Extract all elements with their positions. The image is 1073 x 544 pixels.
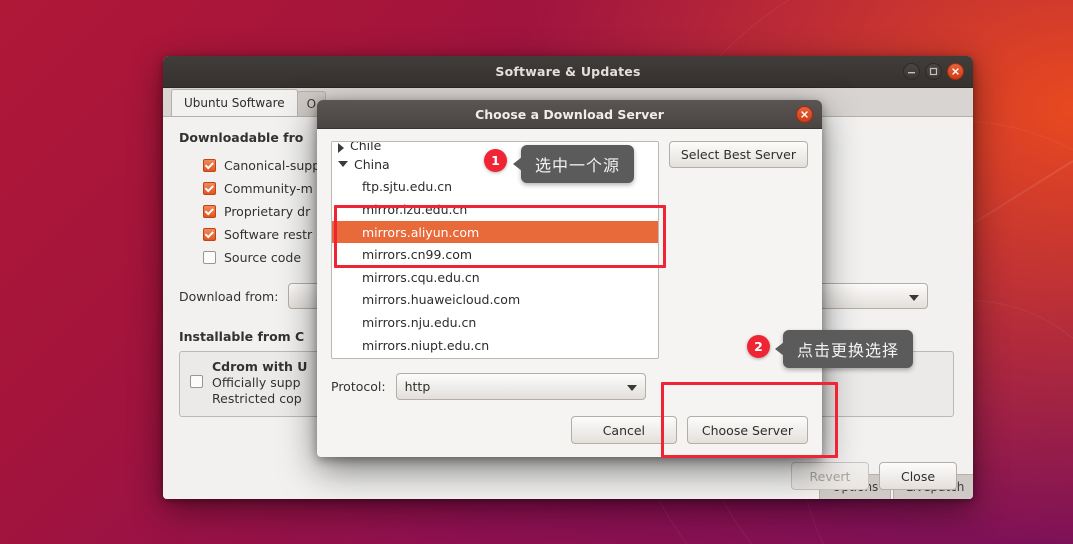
checkbox-restricted[interactable] [203, 228, 216, 241]
maximize-icon[interactable] [925, 63, 942, 80]
close-label: Close [900, 468, 936, 484]
cdrom-text: Cdrom with U Officially supp Restricted … [212, 359, 307, 406]
cdrom-line-1: Cdrom with U [212, 359, 308, 374]
annotation-tooltip-1: 选中一个源 [512, 145, 635, 183]
list-item[interactable]: mirrors.cn99.com [332, 243, 658, 266]
dialog-title: Choose a Download Server [475, 106, 664, 122]
choose-server-button[interactable]: Choose Server [686, 416, 808, 444]
cdrom-line-2: Officially supp [212, 375, 301, 390]
list-item[interactable]: mirrors.cqu.edu.cn [332, 266, 658, 289]
checkbox-community[interactable] [203, 182, 216, 195]
list-item[interactable]: mirrors.niupt.edu.cn [332, 334, 658, 357]
checkbox-source-code[interactable] [203, 251, 216, 264]
list-item-label: mirrors.nju.edu.cn [362, 314, 477, 330]
protocol-value: http [404, 379, 431, 394]
list-item-label: mirrors.huaweicloud.com [362, 292, 521, 308]
annotation-badge-1: 1 [484, 149, 507, 172]
list-item-selected[interactable]: mirrors.aliyun.com [332, 220, 658, 244]
list-item[interactable]: mirror.lzu.edu.cn [332, 198, 658, 221]
checkbox-label: Canonical-supp [224, 158, 321, 173]
checkbox-label: Proprietary dr [224, 204, 311, 219]
list-item[interactable]: mirrors.huaweicloud.com [332, 289, 658, 312]
window-footer: Revert Close [163, 453, 973, 499]
list-item-label: mirrors.cqu.edu.cn [362, 269, 480, 285]
list-item-label: Chile [350, 142, 382, 153]
dialog-footer: Cancel Choose Server [331, 416, 808, 444]
annotation-badge-2: 2 [747, 335, 770, 358]
protocol-row: Protocol: http [331, 373, 808, 400]
revert-label: Revert [809, 468, 851, 484]
chevron-down-icon [617, 379, 637, 394]
list-item[interactable]: mirrors.nju.edu.cn [332, 311, 658, 334]
protocol-label: Protocol: [331, 379, 386, 394]
window-titlebar: Software & Updates [163, 56, 973, 88]
revert-button[interactable]: Revert [791, 462, 869, 490]
window-title: Software & Updates [495, 64, 641, 79]
tab-label: O [306, 97, 317, 111]
checkbox-cdrom[interactable] [190, 375, 203, 388]
chevron-down-icon [338, 161, 348, 168]
dialog-close-icon[interactable] [796, 106, 813, 123]
minimize-icon[interactable] [903, 63, 920, 80]
close-button[interactable]: Close [879, 462, 957, 490]
list-item-label: mirrors.cn99.com [362, 247, 473, 263]
annotation-tooltip-text: 选中一个源 [535, 156, 621, 175]
checkbox-canonical[interactable] [203, 159, 216, 172]
list-item-label: mirrors.niupt.edu.cn [362, 337, 490, 353]
select-best-server-button[interactable]: Select Best Server [668, 141, 808, 168]
checkbox-label: Software restr [224, 227, 313, 242]
chevron-right-icon [338, 143, 344, 153]
list-item-label: mirrors.aliyun.com [362, 224, 480, 240]
checkbox-label: Source code [224, 250, 302, 265]
checkbox-proprietary[interactable] [203, 205, 216, 218]
protocol-dropdown[interactable]: http [395, 373, 646, 400]
tab-label: Ubuntu Software [184, 96, 285, 110]
select-best-server-label: Select Best Server [680, 147, 796, 162]
annotation-tooltip-2: 点击更换选择 [774, 330, 914, 368]
tab-ubuntu-software[interactable]: Ubuntu Software [171, 89, 298, 116]
list-item-label: China [354, 156, 390, 172]
dialog-titlebar: Choose a Download Server [317, 100, 822, 129]
cdrom-line-3: Restricted cop [212, 391, 302, 406]
annotation-badge-number: 1 [491, 153, 500, 168]
checkbox-label: Community-m [224, 181, 313, 196]
cancel-button[interactable]: Cancel [570, 416, 677, 444]
list-item-label: ftp.sjtu.edu.cn [362, 179, 453, 195]
chevron-down-icon [899, 289, 920, 304]
cancel-label: Cancel [602, 422, 646, 438]
annotation-tooltip-text: 点击更换选择 [797, 341, 900, 360]
download-from-label: Download from: [179, 288, 279, 304]
close-icon[interactable] [947, 63, 964, 80]
annotation-badge-number: 2 [754, 339, 763, 354]
choose-server-label: Choose Server [701, 422, 793, 438]
list-item-label: mirror.lzu.edu.cn [362, 201, 468, 217]
window-controls [903, 63, 964, 80]
